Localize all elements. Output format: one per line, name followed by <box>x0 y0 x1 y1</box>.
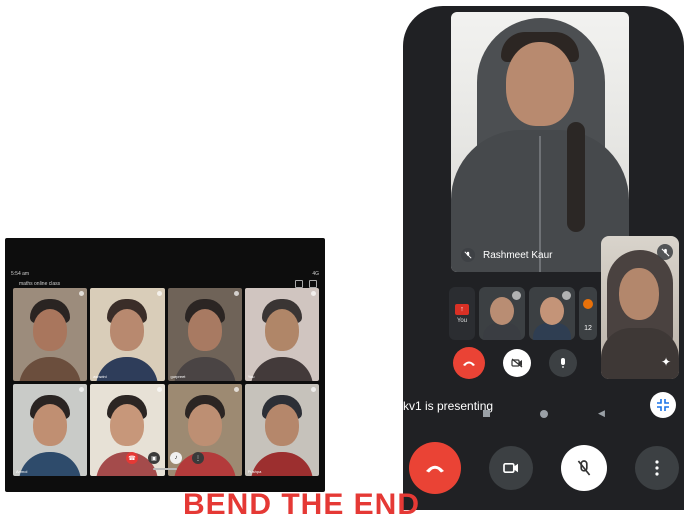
end-call-icon <box>426 465 444 473</box>
mic-off-icon <box>156 386 162 392</box>
mic-off-icon <box>311 291 316 296</box>
mini-call-controls <box>453 347 577 379</box>
thumb-face <box>490 297 514 325</box>
participant-name: Pushpa <box>247 469 262 474</box>
home-indicator <box>153 468 177 470</box>
thumb-face <box>540 297 564 325</box>
status-time: 5:54 am <box>11 271 30 277</box>
end-call-button[interactable] <box>409 442 461 494</box>
tile-face <box>110 404 145 447</box>
tablet-mic-button[interactable]: ♪ <box>170 452 182 464</box>
mic-off-icon <box>79 386 85 392</box>
call-controls <box>409 442 679 494</box>
mic-off-icon <box>233 386 239 392</box>
back-icon[interactable]: ◀ <box>598 408 605 419</box>
mini-camera-off-button[interactable] <box>503 349 531 377</box>
participant-name: gurpreet <box>170 373 186 379</box>
camera-icon <box>503 462 518 474</box>
main-video-face <box>506 42 574 126</box>
tablet-top-icons <box>295 280 317 288</box>
participants-count-thumbnail[interactable]: 12 <box>579 287 597 340</box>
main-participant-label: Rashmeet Kaur <box>461 248 552 262</box>
participant-thumbnail[interactable] <box>479 287 525 340</box>
system-nav-bar: ◀ <box>483 408 605 419</box>
present-thumbnail[interactable]: ↑ You <box>449 287 475 340</box>
participant-grid: ashwini gurpreet You Anmol Pushpa <box>13 288 319 476</box>
more-vert-icon <box>655 460 659 476</box>
exit-fullscreen-icon <box>657 399 669 411</box>
mic-off-icon <box>461 248 475 262</box>
tile-face <box>33 404 68 447</box>
mic-button[interactable] <box>561 445 607 491</box>
mic-off-icon <box>657 244 673 260</box>
home-icon[interactable] <box>540 409 548 418</box>
participant-tile[interactable]: gurpreet <box>167 288 242 381</box>
camera-button[interactable] <box>489 446 533 490</box>
status-network: 4G <box>312 271 319 277</box>
tile-face <box>264 404 299 447</box>
participant-name: You <box>247 373 255 379</box>
tablet-more-button[interactable]: ⋮ <box>192 452 204 464</box>
mic-off-icon <box>156 291 162 296</box>
speaker-icon[interactable] <box>309 280 317 288</box>
participant-name: ashwini <box>93 373 107 379</box>
tile-face <box>264 308 299 351</box>
meeting-name: maths online class <box>19 281 61 287</box>
thumb-body <box>483 323 521 340</box>
thumb-body <box>533 323 571 340</box>
tablet-end-call-button[interactable]: ☎ <box>126 452 138 464</box>
recents-icon[interactable] <box>483 410 490 417</box>
main-participant-video[interactable]: Rashmeet Kaur <box>451 12 629 272</box>
more-options-button[interactable] <box>635 446 679 490</box>
main-participant-name: Rashmeet Kaur <box>483 249 553 261</box>
participant-thumbnails: ↑ You 12 <box>449 287 597 340</box>
phone-meet-screenshot: Rashmeet Kaur ↑ You 12 ✦ kv1 is presenti… <box>403 6 684 510</box>
mic-off-icon <box>311 386 316 392</box>
participant-avatar-icon <box>583 299 593 309</box>
presenting-notice: kv1 is presenting <box>403 399 494 413</box>
slogan-banner: BEND THE END <box>183 488 421 521</box>
main-video-braid <box>567 122 585 232</box>
tile-face <box>187 404 222 447</box>
tile-body <box>250 356 313 381</box>
fullscreen-button[interactable] <box>650 392 676 418</box>
mic-off-icon <box>79 291 85 296</box>
tablet-camera-button[interactable]: ▣ <box>148 452 160 464</box>
self-view-pip[interactable]: ✦ <box>601 236 679 379</box>
participant-thumbnail[interactable] <box>529 287 575 340</box>
switch-camera-icon[interactable] <box>295 280 303 288</box>
tablet-call-controls: ☎ ▣ ♪ ⋮ <box>5 452 325 464</box>
tile-body <box>19 356 82 381</box>
participant-tile[interactable] <box>13 288 88 381</box>
pip-face <box>619 268 659 320</box>
mini-end-call-button[interactable] <box>453 347 485 379</box>
pip-body <box>601 328 679 379</box>
present-label: You <box>456 317 468 324</box>
mic-off-icon <box>512 291 521 300</box>
tile-face <box>33 308 68 351</box>
tile-face <box>110 308 145 351</box>
tablet-meet-screenshot: 5:54 am 4G maths online class ashwini gur… <box>5 238 325 492</box>
effects-sparkle-icon[interactable]: ✦ <box>661 355 671 369</box>
mic-off-icon <box>577 460 591 476</box>
mini-mic-button[interactable] <box>549 349 577 377</box>
participants-count: 12 <box>584 325 592 332</box>
mic-off-icon <box>233 291 239 296</box>
status-bar: 5:54 am 4G <box>11 271 319 279</box>
present-screen-icon: ↑ <box>455 303 469 315</box>
participant-name: Anmol <box>16 469 28 474</box>
participant-tile[interactable]: ashwini <box>90 288 165 381</box>
mic-off-icon <box>562 291 571 300</box>
participant-tile[interactable]: You <box>244 288 319 381</box>
tile-face <box>187 308 222 351</box>
